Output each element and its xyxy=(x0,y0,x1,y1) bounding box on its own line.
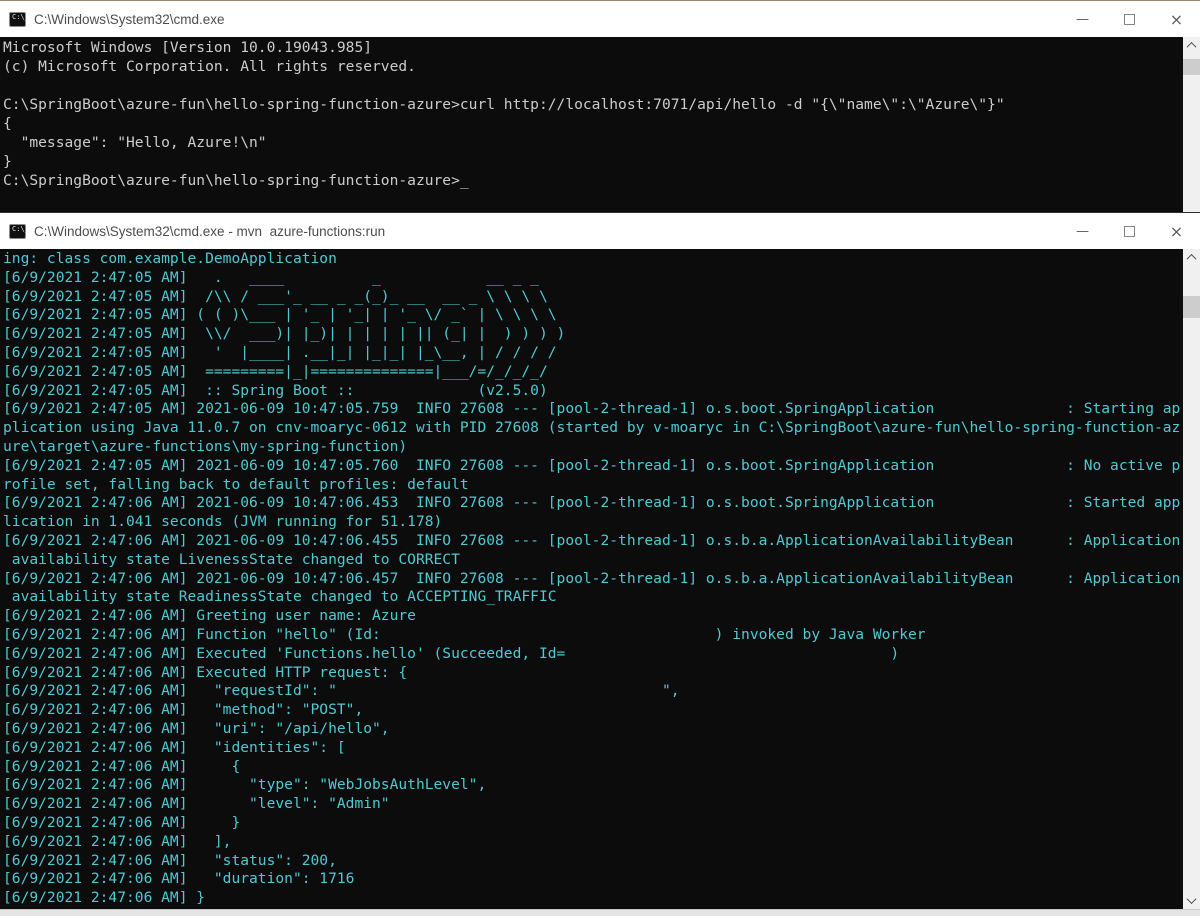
terminal-line: [6/9/2021 2:47:06 AM] Executed HTTP requ… xyxy=(3,664,1183,683)
scroll-down-icon[interactable] xyxy=(1183,892,1200,909)
terminal-line: C:\SpringBoot\azure-fun\hello-spring-fun… xyxy=(3,171,1183,190)
terminal-line: availability state ReadinessState change… xyxy=(3,588,1183,607)
scrollbar-bottom-window[interactable] xyxy=(1183,249,1200,909)
scrollbar-top-window[interactable] xyxy=(1183,37,1200,213)
terminal-line: [6/9/2021 2:47:05 AM] . ____ _ __ _ _ xyxy=(3,269,1183,288)
terminal-line: [6/9/2021 2:47:05 AM] :: Spring Boot :: … xyxy=(3,382,1183,401)
terminal-line: [6/9/2021 2:47:06 AM] "requestId": " ", xyxy=(3,682,1183,701)
maximize-button[interactable]: □ xyxy=(1106,213,1153,249)
terminal-line: [6/9/2021 2:47:06 AM] "level": "Admin" xyxy=(3,795,1183,814)
terminal-line: [6/9/2021 2:47:05 AM] ( ( )\___ | '_ | '… xyxy=(3,306,1183,325)
close-button[interactable]: × xyxy=(1153,1,1200,37)
terminal-line: ure\target\azure-functions\my-spring-fun… xyxy=(3,438,1183,457)
minimize-button[interactable]: — xyxy=(1059,213,1106,249)
terminal-line: [6/9/2021 2:47:05 AM] =========|_|======… xyxy=(3,363,1183,382)
terminal-line: [6/9/2021 2:47:06 AM] { xyxy=(3,758,1183,777)
terminal-line: "message": "Hello, Azure!\n" xyxy=(3,133,1183,152)
window-title-top: C:\Windows\System32\cmd.exe xyxy=(34,12,225,27)
terminal-line: [6/9/2021 2:47:06 AM] Function "hello" (… xyxy=(3,626,1183,645)
terminal-line: [6/9/2021 2:47:06 AM] "method": "POST", xyxy=(3,701,1183,720)
terminal-line: (c) Microsoft Corporation. All rights re… xyxy=(3,57,1183,76)
terminal-line: rofile set, falling back to default prof… xyxy=(3,476,1183,495)
terminal-line: [6/9/2021 2:47:05 AM] ' |____| .__|_| |_… xyxy=(3,344,1183,363)
terminal-line: [6/9/2021 2:47:06 AM] 2021-06-09 10:47:0… xyxy=(3,532,1183,551)
terminal-line: ing: class com.example.DemoApplication xyxy=(3,250,1183,269)
terminal-line xyxy=(3,76,1183,95)
terminal-line: [6/9/2021 2:47:06 AM] 2021-06-09 10:47:0… xyxy=(3,494,1183,513)
terminal-line: [6/9/2021 2:47:06 AM] "type": "WebJobsAu… xyxy=(3,776,1183,795)
terminal-line: } xyxy=(3,152,1183,171)
scroll-up-icon[interactable] xyxy=(1183,37,1200,54)
terminal-line: [6/9/2021 2:47:06 AM] 2021-06-09 10:47:0… xyxy=(3,570,1183,589)
cmd-icon: C:\_ xyxy=(9,12,26,27)
cmd-window-mvn: C:\_ C:\Windows\System32\cmd.exe - mvn a… xyxy=(0,212,1200,916)
minimize-button[interactable]: — xyxy=(1059,1,1106,37)
terminal-line: Microsoft Windows [Version 10.0.19043.98… xyxy=(3,38,1183,57)
cmd-window-curl: C:\_ C:\Windows\System32\cmd.exe — □ × M… xyxy=(0,0,1200,213)
terminal-line: [6/9/2021 2:47:05 AM] 2021-06-09 10:47:0… xyxy=(3,457,1183,476)
window-bottom-border xyxy=(0,909,1200,916)
window-controls-top: — □ × xyxy=(1059,1,1200,37)
terminal-line: [6/9/2021 2:47:06 AM] } xyxy=(3,814,1183,833)
terminal-line: [6/9/2021 2:47:06 AM] ], xyxy=(3,833,1183,852)
window-title-bottom: C:\Windows\System32\cmd.exe - mvn azure-… xyxy=(34,224,385,239)
terminal-line: [6/9/2021 2:47:05 AM] 2021-06-09 10:47:0… xyxy=(3,400,1183,419)
terminal-line: { xyxy=(3,114,1183,133)
cmd-icon: C:\_ xyxy=(9,224,26,239)
terminal-line: availability state LivenessState changed… xyxy=(3,551,1183,570)
terminal-output-bottom[interactable]: ing: class com.example.DemoApplication[6… xyxy=(0,249,1183,909)
scrollbar-thumb[interactable] xyxy=(1183,296,1200,318)
maximize-button[interactable]: □ xyxy=(1106,1,1153,37)
terminal-line: [6/9/2021 2:47:05 AM] /\\ / ___'_ __ _ _… xyxy=(3,288,1183,307)
terminal-line: [6/9/2021 2:47:06 AM] "status": 200, xyxy=(3,852,1183,871)
terminal-line: [6/9/2021 2:47:06 AM] Executed 'Function… xyxy=(3,645,1183,664)
terminal-line: [6/9/2021 2:47:06 AM] "uri": "/api/hello… xyxy=(3,720,1183,739)
terminal-line: [6/9/2021 2:47:06 AM] Greeting user name… xyxy=(3,607,1183,626)
close-button[interactable]: × xyxy=(1153,213,1200,249)
window-controls-bottom: — □ × xyxy=(1059,213,1200,249)
terminal-line: lication in 1.041 seconds (JVM running f… xyxy=(3,513,1183,532)
terminal-line: [6/9/2021 2:47:06 AM] "duration": 1716 xyxy=(3,870,1183,889)
terminal-output-top[interactable]: Microsoft Windows [Version 10.0.19043.98… xyxy=(0,37,1183,213)
terminal-line: [6/9/2021 2:47:05 AM] \\/ ___)| |_)| | |… xyxy=(3,325,1183,344)
terminal-line: plication using Java 11.0.7 on cnv-moary… xyxy=(3,419,1183,438)
scrollbar-thumb[interactable] xyxy=(1183,59,1200,75)
terminal-line: [6/9/2021 2:47:06 AM] "identities": [ xyxy=(3,739,1183,758)
titlebar-bottom[interactable]: C:\_ C:\Windows\System32\cmd.exe - mvn a… xyxy=(0,213,1200,249)
desktop-screenshot: C:\_ C:\Windows\System32\cmd.exe — □ × M… xyxy=(0,0,1200,916)
terminal-line: [6/9/2021 2:47:06 AM] } xyxy=(3,889,1183,908)
scroll-up-icon[interactable] xyxy=(1183,249,1200,266)
terminal-line: C:\SpringBoot\azure-fun\hello-spring-fun… xyxy=(3,95,1183,114)
titlebar-top[interactable]: C:\_ C:\Windows\System32\cmd.exe — □ × xyxy=(0,1,1200,37)
